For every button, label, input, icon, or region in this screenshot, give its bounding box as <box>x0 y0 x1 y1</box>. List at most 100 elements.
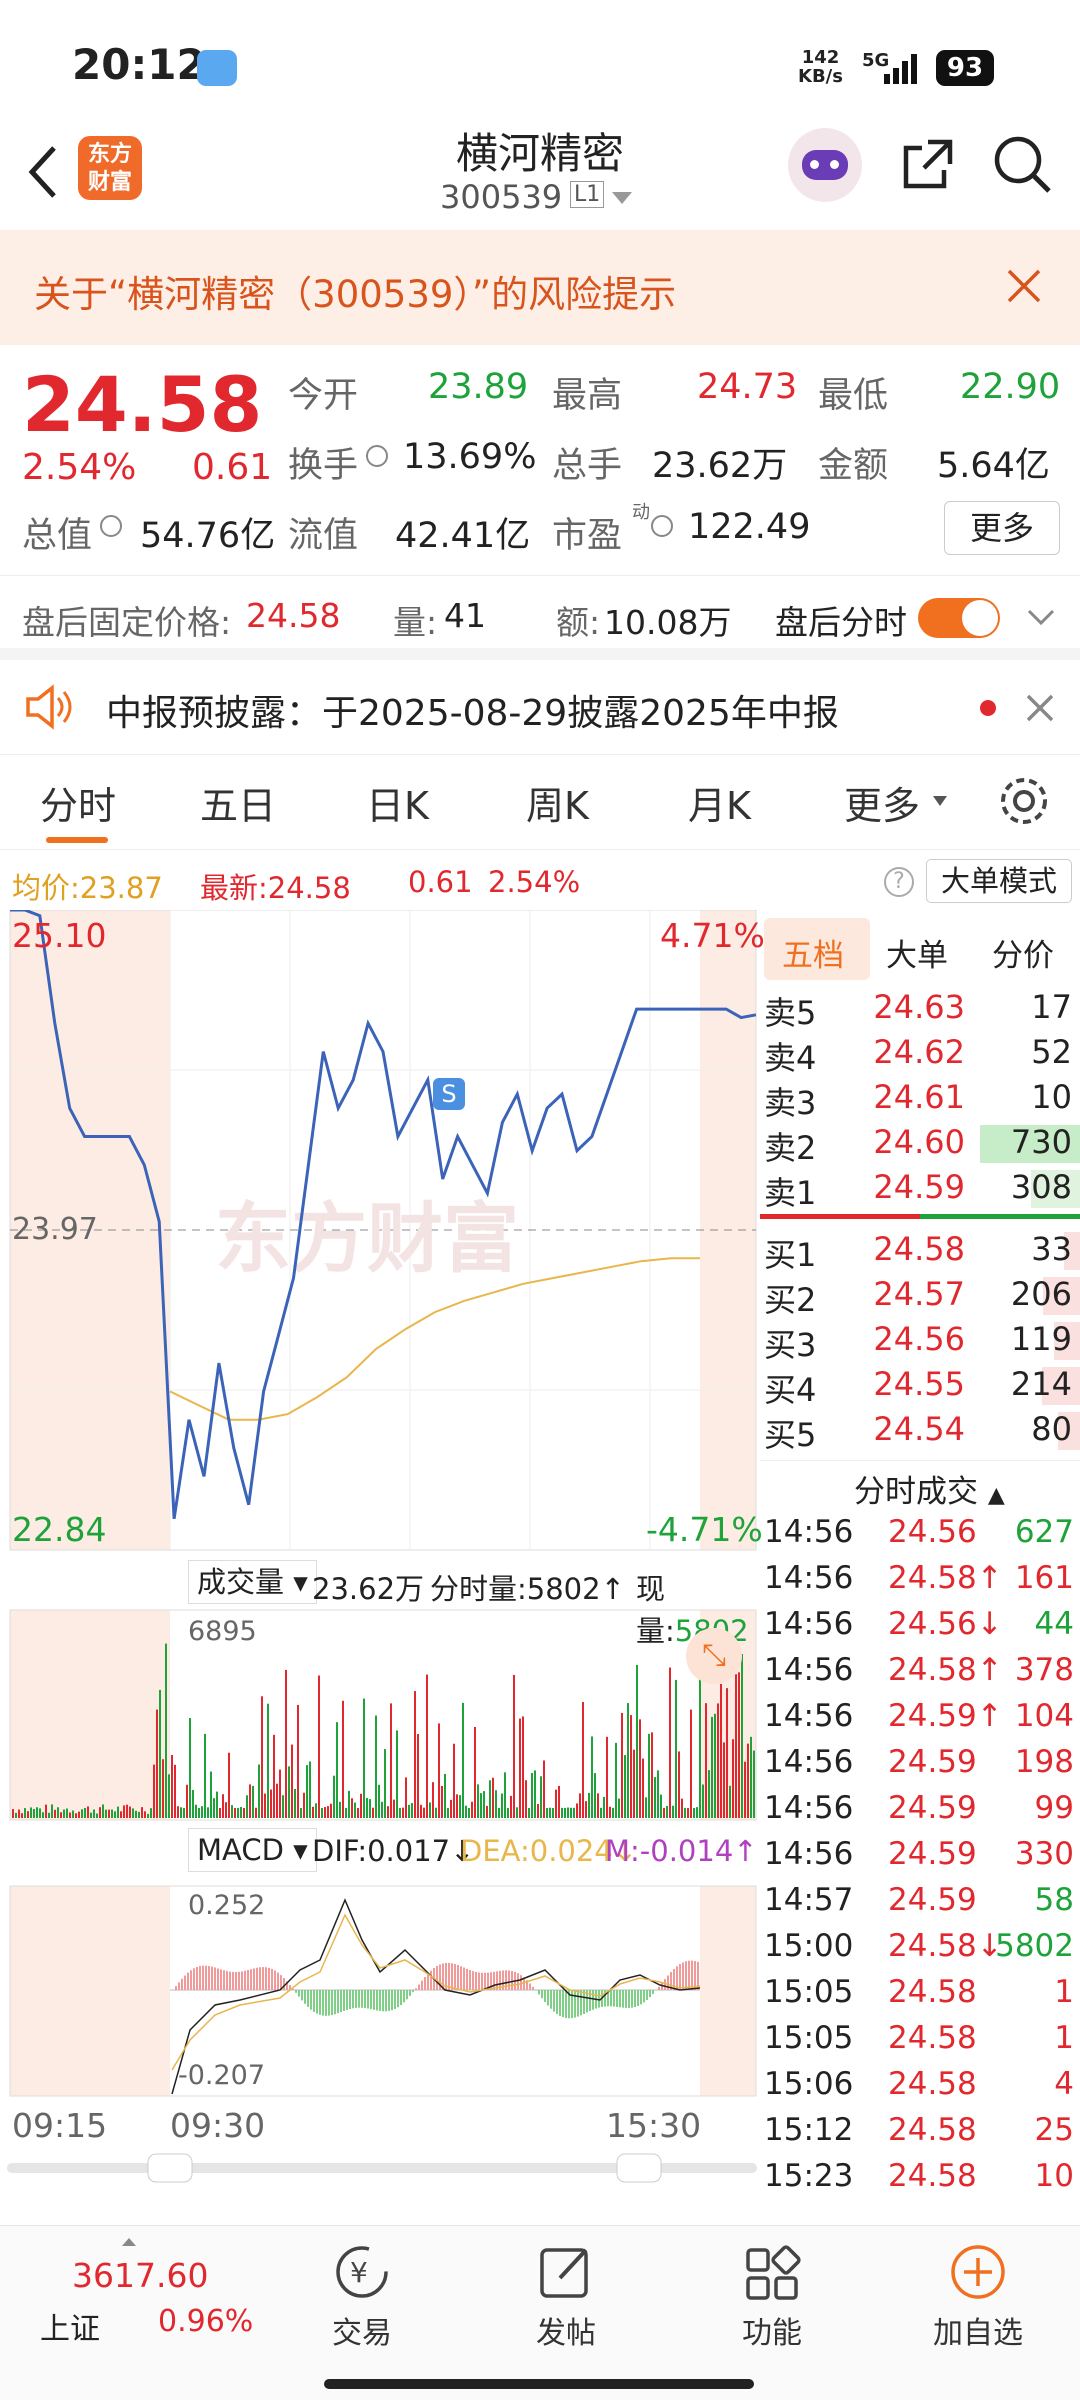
macd-bar <box>409 1990 411 1996</box>
macd-bar <box>403 1990 405 2003</box>
nav-functions[interactable]: 功能 <box>672 2226 872 2352</box>
volume-bar <box>666 1805 668 1818</box>
latest-label: 最新: <box>200 871 268 905</box>
macd-bar <box>475 1971 477 1990</box>
macd-bar <box>430 1970 432 1990</box>
macd-bar <box>277 1972 279 1990</box>
risk-warning-banner[interactable]: 关于“横河精密（300539）”的风险提示 <box>0 230 1080 345</box>
index-name[interactable]: 上证 <box>40 2304 100 2348</box>
sell-signal-marker[interactable]: S <box>433 1078 465 1110</box>
ask-level-row: 卖2 24.60 730 <box>760 1123 1080 1167</box>
share-icon[interactable] <box>898 134 958 194</box>
macd-bar <box>451 1963 453 1990</box>
tab-big-order[interactable]: 大单 <box>886 930 948 975</box>
nav-add-watchlist[interactable]: 加自选 <box>878 2226 1078 2352</box>
macd-bar <box>316 1990 318 2014</box>
macd-bar <box>337 1990 339 2014</box>
help-icon[interactable]: ? <box>884 867 914 897</box>
volume-bar <box>27 1811 29 1818</box>
macd-bar <box>304 1990 306 2004</box>
tab-more[interactable]: 更多 <box>844 775 920 830</box>
macd-bar <box>340 1990 342 2013</box>
low-value: 22.90 <box>960 367 1061 407</box>
volume-bar <box>648 1733 650 1818</box>
level-volume: 214 <box>1010 1365 1072 1403</box>
tab-five-day[interactable]: 五日 <box>200 775 276 830</box>
close-notice-icon[interactable] <box>1025 693 1055 723</box>
macd-bar <box>367 1990 369 2009</box>
level-price: 24.62 <box>873 1033 965 1071</box>
turnover-info-icon[interactable] <box>366 445 388 467</box>
volume-bar <box>603 1796 605 1818</box>
code-dropdown-icon[interactable] <box>610 190 634 206</box>
pe-info-icon[interactable] <box>651 515 673 537</box>
volume-bar <box>123 1805 125 1818</box>
macd-bar <box>562 1990 564 2018</box>
close-icon[interactable] <box>1006 268 1042 304</box>
fullscreen-icon[interactable]: ⤡ <box>686 1628 742 1684</box>
latest-change-pct: 2.54% <box>488 865 581 899</box>
tab-daily-k[interactable]: 日K <box>366 775 429 830</box>
pe-label: 市盈 <box>552 516 623 556</box>
macd-bar <box>301 1990 303 2001</box>
volume-indicator-selector[interactable]: 成交量 ▾ <box>188 1560 317 1604</box>
tab-price-dist[interactable]: 分价 <box>992 930 1054 975</box>
macd-bar <box>442 1963 444 1990</box>
volume-bar <box>477 1784 479 1818</box>
mktcap-info-icon[interactable] <box>100 515 122 537</box>
macd-bar <box>436 1966 438 1990</box>
index-change: 0.96% <box>158 2304 254 2339</box>
level-label: 卖3 <box>764 1084 817 1122</box>
volume-bar <box>270 1789 272 1818</box>
notice-bar[interactable]: 中报预披露：于2025-08-29披露2025年中报 <box>0 660 1080 755</box>
assistant-avatar[interactable] <box>788 128 862 202</box>
volume-bar <box>261 1696 263 1818</box>
volume-bar <box>252 1785 254 1818</box>
macd-bar <box>259 1967 261 1990</box>
trade-time: 14:56 <box>764 1836 854 1872</box>
tab-monthly-k[interactable]: 月K <box>688 775 751 830</box>
macd-bar <box>511 1970 513 1990</box>
volume-bar <box>753 1750 755 1818</box>
volume-bar <box>651 1732 653 1818</box>
tab-weekly-k[interactable]: 周K <box>526 775 589 830</box>
level-label: 卖4 <box>764 1039 817 1077</box>
nav-trade-label: 交易 <box>332 2316 392 2351</box>
volume-bar <box>564 1807 566 1818</box>
macd-bar <box>571 1990 573 2019</box>
tab-intraday[interactable]: 分时 <box>40 775 116 830</box>
volume-bar <box>246 1795 248 1818</box>
trades-title[interactable]: 分时成交 ▲ <box>854 1466 1005 1511</box>
volume-bar <box>414 1691 416 1818</box>
expand-chevron-icon[interactable] <box>1026 608 1056 628</box>
bid-level-row: 买3 24.56 119 <box>760 1320 1080 1364</box>
level-label: 买1 <box>764 1236 817 1274</box>
nav-post[interactable]: 发帖 <box>466 2226 666 2352</box>
trade-volume: 330 <box>1014 1836 1074 1872</box>
volume-bar <box>198 1807 200 1818</box>
volume-bar <box>744 1761 746 1818</box>
level-label: 买5 <box>764 1416 817 1454</box>
macd-bar <box>685 1961 687 1990</box>
macd-bar <box>517 1973 519 1990</box>
latest-change: 0.61 <box>408 865 473 899</box>
after-hours-toggle[interactable] <box>918 598 1000 638</box>
quote-panel: 24.58 2.54% 0.61 今开 23.89 最高 24.73 最低 22… <box>0 345 1080 570</box>
search-icon[interactable] <box>992 134 1054 196</box>
intraday-chart[interactable]: 东方财富 25.10 4.71% 23.97 22.84 -4.71% S 成交… <box>0 910 765 2210</box>
big-order-mode-button[interactable]: 大单模式 <box>926 859 1072 903</box>
macd-indicator-selector[interactable]: MACD ▾ <box>188 1828 317 1872</box>
tab-five-level[interactable]: 五档 <box>782 930 844 975</box>
volume-bar <box>129 1806 131 1818</box>
volume-bar <box>243 1807 245 1818</box>
settings-gear-icon[interactable] <box>996 773 1052 829</box>
volume-bar <box>537 1804 539 1818</box>
volume-total: 23.62万 <box>312 1572 425 1606</box>
nav-trade[interactable]: ¥ 交易 <box>262 2226 462 2352</box>
more-button[interactable]: 更多 <box>944 501 1060 555</box>
macd-min: -0.207 <box>178 2060 266 2091</box>
volume-bar <box>456 1794 458 1818</box>
trade-price: 24.58↑ <box>888 1652 1003 1688</box>
macd-bar <box>250 1969 252 1990</box>
macd-bar <box>538 1990 540 1995</box>
